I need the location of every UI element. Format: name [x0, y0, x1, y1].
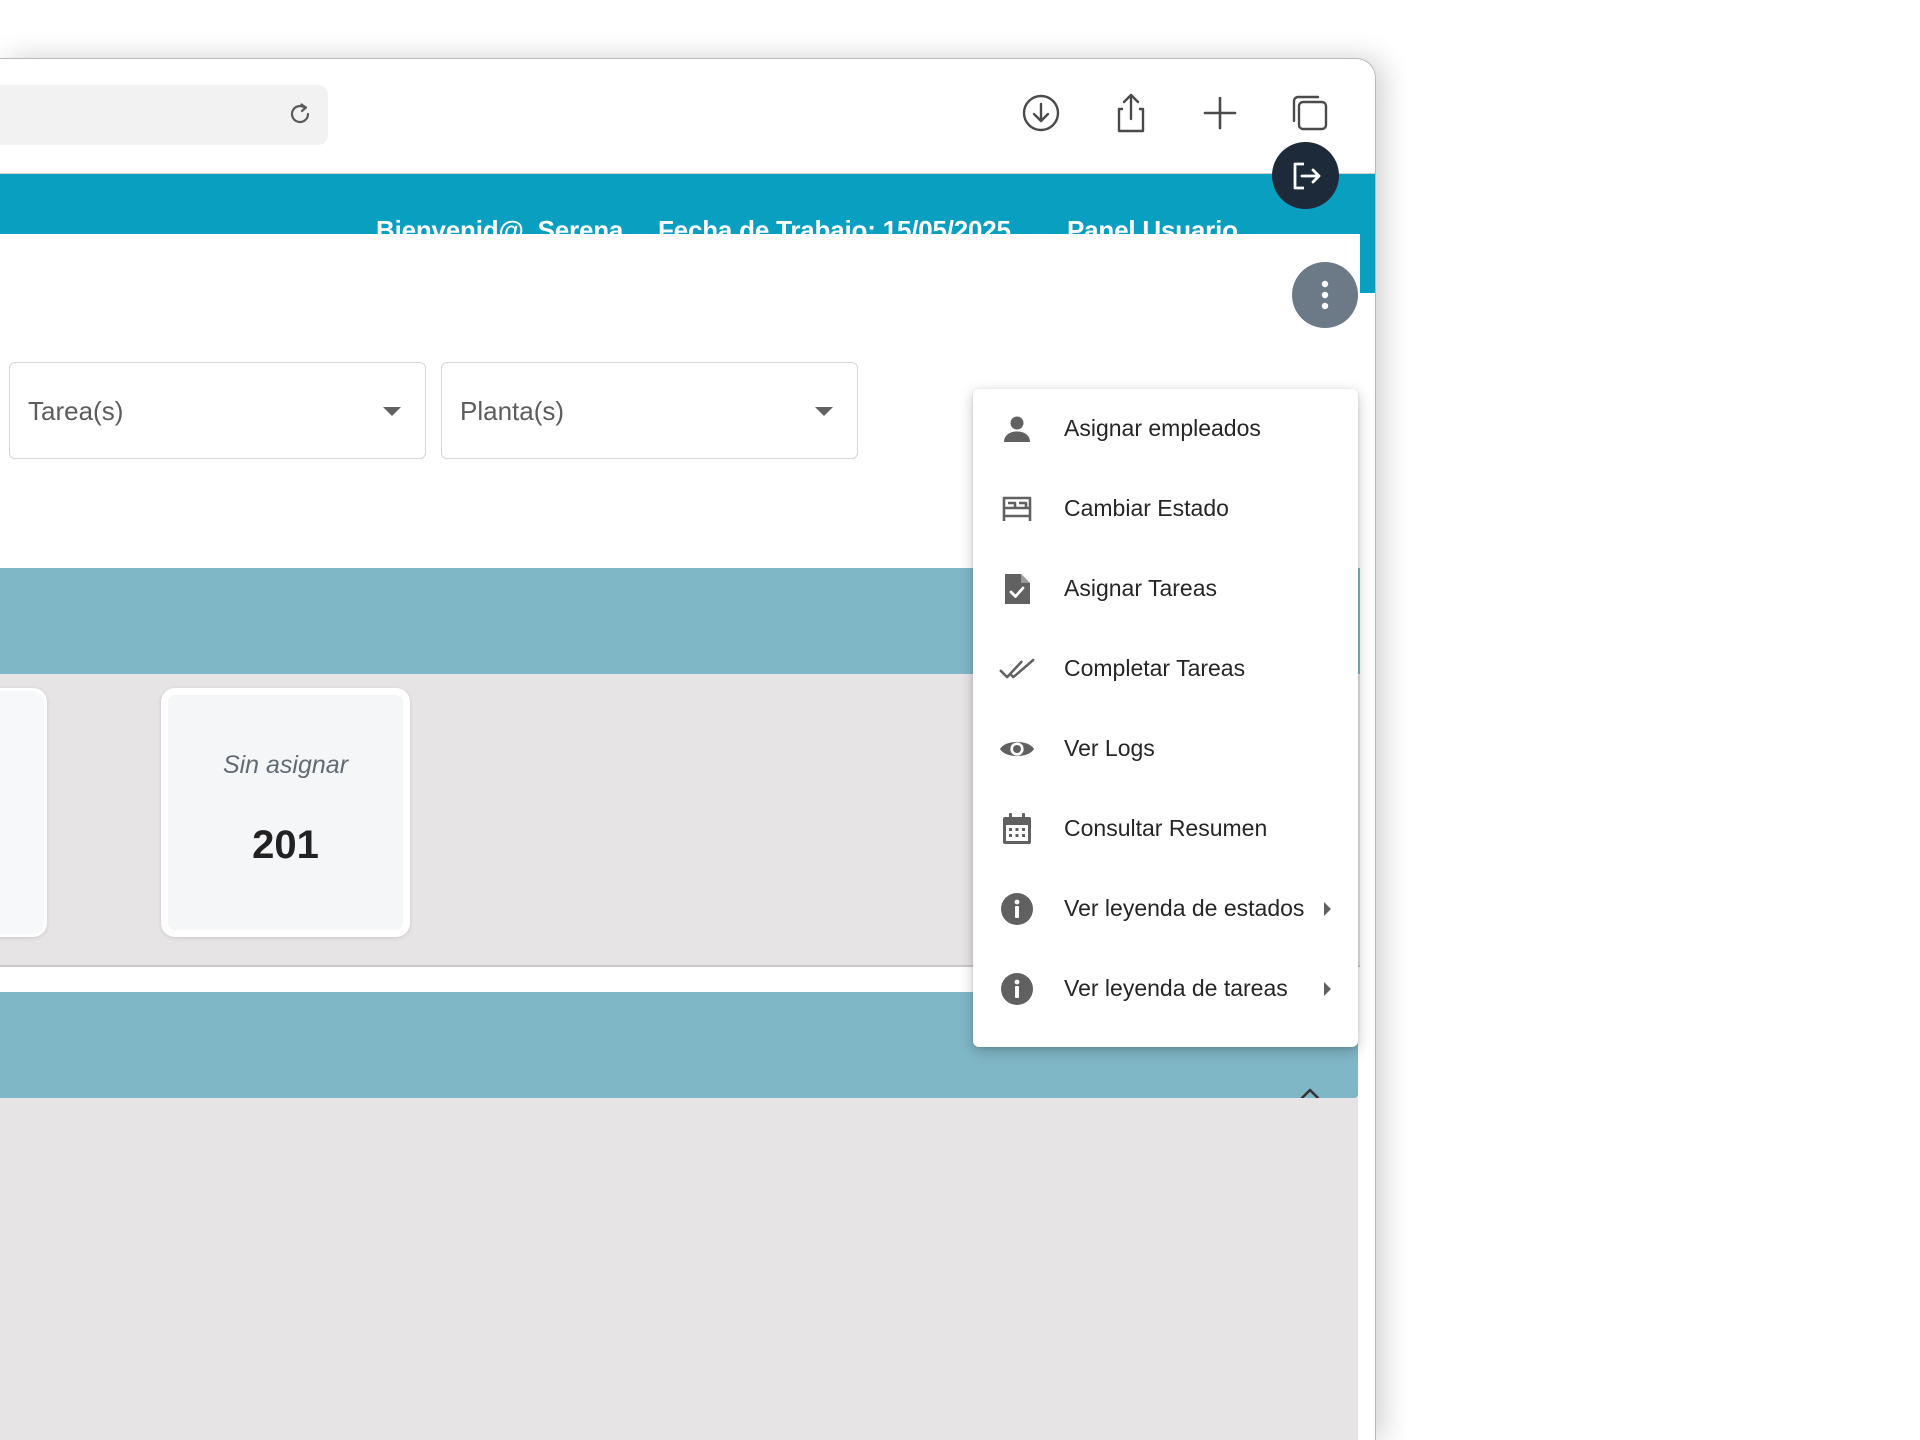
menu-item-label: Asignar Tareas — [1064, 575, 1217, 601]
menu-item-summary[interactable]: Consultar Resumen — [973, 789, 1358, 869]
menu-item-task-legend[interactable]: Ver leyenda de tareas — [973, 949, 1358, 1029]
calendar-icon — [999, 811, 1035, 847]
browser-toolbar — [0, 59, 1375, 174]
summary-card-partial — [0, 688, 47, 937]
info-icon — [999, 971, 1035, 1007]
actions-menu: Asignar empleados Cambiar Estado Asignar… — [973, 389, 1358, 1047]
menu-item-label: Asignar empleados — [1064, 415, 1261, 441]
person-icon — [999, 411, 1035, 447]
menu-item-change-status[interactable]: Cambiar Estado — [973, 469, 1358, 549]
bed-icon — [999, 491, 1035, 527]
logout-button[interactable] — [1272, 142, 1339, 209]
caret-down-icon — [383, 407, 401, 416]
plant-select[interactable]: Planta(s) — [441, 362, 858, 459]
tasks-select-label: Tarea(s) — [28, 396, 124, 426]
menu-item-label: Ver leyenda de estados — [1064, 895, 1305, 921]
download-icon[interactable] — [1017, 89, 1065, 137]
plant-select-label: Planta(s) — [460, 396, 565, 426]
menu-item-label: Cambiar Estado — [1064, 495, 1229, 521]
tabs-overview-icon[interactable] — [1286, 89, 1334, 137]
menu-item-label: Ver Logs — [1064, 735, 1155, 761]
menu-item-label: Completar Tareas — [1064, 655, 1246, 681]
logout-icon — [1293, 162, 1320, 189]
share-icon[interactable] — [1107, 89, 1155, 137]
menu-item-status-legend[interactable]: Ver leyenda de estados — [973, 869, 1358, 949]
summary-card-unassigned: Sin asignar 201 — [161, 688, 410, 937]
eye-icon — [999, 731, 1035, 767]
summary-card-value: 201 — [252, 823, 319, 867]
menu-item-assign-tasks[interactable]: Asignar Tareas — [973, 549, 1358, 629]
address-bar[interactable] — [0, 85, 328, 145]
document-check-icon — [999, 571, 1035, 607]
reload-icon[interactable] — [282, 97, 318, 133]
menu-item-label: Ver leyenda de tareas — [1064, 975, 1288, 1001]
plus-icon[interactable] — [1196, 89, 1244, 137]
tasks-select[interactable]: Tarea(s) — [9, 362, 426, 459]
menu-item-complete-tasks[interactable]: Completar Tareas — [973, 629, 1358, 709]
menu-item-view-logs[interactable]: Ver Logs — [973, 709, 1358, 789]
section-body — [0, 1098, 1358, 1440]
summary-card-title: Sin asignar — [222, 751, 349, 779]
caret-down-icon — [815, 407, 833, 416]
double-check-icon — [999, 651, 1035, 687]
caret-right-icon — [1324, 902, 1331, 916]
menu-item-assign-employees[interactable]: Asignar empleados — [973, 389, 1358, 469]
menu-item-label: Consultar Resumen — [1064, 815, 1268, 841]
info-icon — [999, 891, 1035, 927]
kebab-icon — [1321, 280, 1329, 310]
more-options-button[interactable] — [1292, 262, 1358, 328]
caret-right-icon — [1324, 982, 1331, 996]
